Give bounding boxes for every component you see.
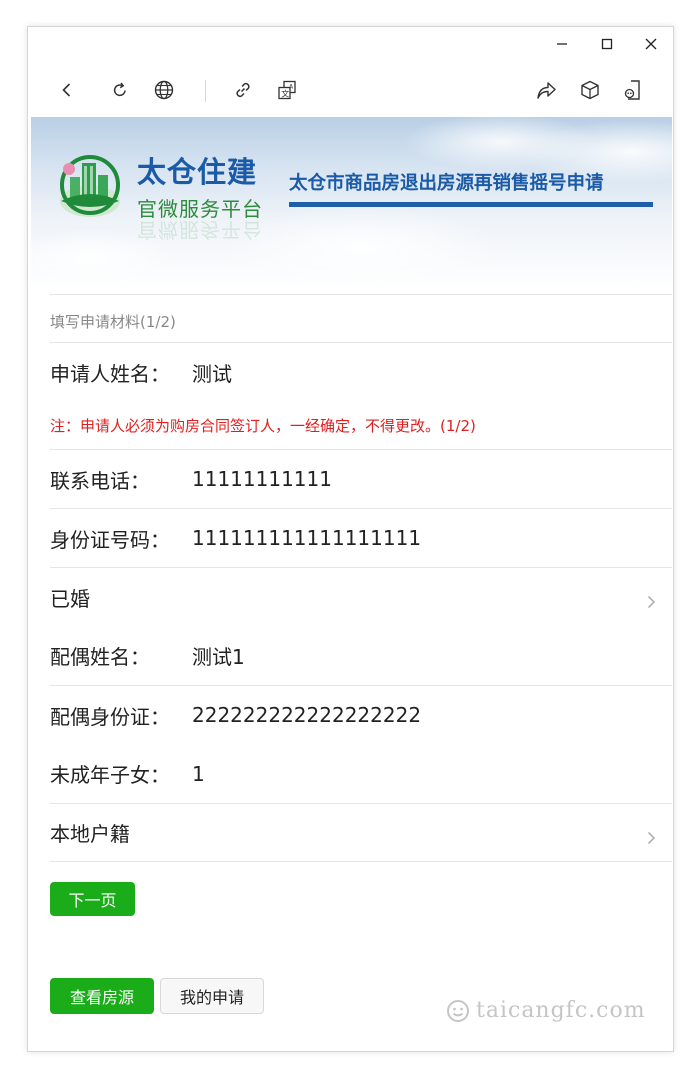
spouse-name-value[interactable]: 测试1 xyxy=(192,641,245,670)
minor-children-row[interactable]: 未成年子女： 1 xyxy=(50,744,672,803)
toolbar: 文A xyxy=(28,71,673,111)
my-applications-button[interactable]: 我的申请 xyxy=(160,978,264,1014)
toolbar-separator xyxy=(205,80,206,102)
chevron-right-icon xyxy=(644,590,658,609)
cube-icon[interactable] xyxy=(575,75,605,105)
applicant-name-row[interactable]: 申请人姓名： 测试 xyxy=(50,342,672,401)
phone-value[interactable]: 11111111111 xyxy=(192,467,332,491)
section-title: 填写申请材料(1/2) xyxy=(50,294,672,342)
watermark: taicangfc.com xyxy=(446,998,646,1023)
globe-icon[interactable] xyxy=(149,75,179,105)
smile-icon xyxy=(447,999,469,1022)
chevron-right-icon xyxy=(644,826,658,845)
title-bar xyxy=(28,27,673,61)
mini-program-icon[interactable] xyxy=(618,75,648,105)
household-registration-value: 本地户籍 xyxy=(50,822,130,846)
translate-icon[interactable]: 文A xyxy=(272,75,302,105)
marital-status-select[interactable]: 已婚 xyxy=(50,567,672,626)
spouse-name-row[interactable]: 配偶姓名： 测试1 xyxy=(50,626,672,685)
brand-sub-reflection: 官微服务平台 xyxy=(137,218,263,242)
banner-title: 太仓市商品房退出房源再销售摇号申请 xyxy=(289,173,604,194)
browser-window: 文A 太仓住建 官微服务平台 官微服务平台 太仓市商品房退出房源再销售摇号申请 … xyxy=(27,26,674,1052)
watermark-text: taicangfc.com xyxy=(476,998,646,1023)
share-icon[interactable] xyxy=(531,75,561,105)
spouse-id-row[interactable]: 配偶身份证： 222222222222222222 xyxy=(50,685,672,744)
link-icon[interactable] xyxy=(228,75,258,105)
next-page-button[interactable]: 下一页 xyxy=(50,882,135,916)
refresh-icon[interactable] xyxy=(105,75,135,105)
applicant-note: 注：申请人必须为购房合同签订人，一经确定，不得更改。(1/2) xyxy=(50,416,476,435)
applicant-name-value[interactable]: 测试 xyxy=(192,358,232,387)
spouse-id-value[interactable]: 222222222222222222 xyxy=(192,703,421,727)
minimize-icon[interactable] xyxy=(550,33,574,55)
phone-row[interactable]: 联系电话： 11111111111 xyxy=(50,449,672,508)
logo xyxy=(53,149,127,223)
household-registration-select[interactable]: 本地户籍 xyxy=(50,803,672,862)
applicant-name-label: 申请人姓名： xyxy=(50,361,170,386)
banner: 太仓住建 官微服务平台 官微服务平台 太仓市商品房退出房源再销售摇号申请 xyxy=(31,117,672,289)
minor-children-label: 未成年子女： xyxy=(50,763,170,787)
close-icon[interactable] xyxy=(639,33,663,55)
svg-text:A: A xyxy=(289,84,294,91)
brand-main: 太仓住建 xyxy=(137,155,258,189)
svg-text:文: 文 xyxy=(281,89,289,99)
id-number-label: 身份证号码： xyxy=(50,527,170,552)
minor-children-value[interactable]: 1 xyxy=(192,762,205,786)
phone-label: 联系电话： xyxy=(50,468,150,493)
view-listings-button[interactable]: 查看房源 xyxy=(50,978,154,1014)
maximize-icon[interactable] xyxy=(595,33,619,55)
spouse-id-label: 配偶身份证： xyxy=(50,704,170,729)
banner-rule xyxy=(289,202,653,207)
spouse-name-label: 配偶姓名： xyxy=(50,645,150,669)
id-number-row[interactable]: 身份证号码： 111111111111111111 xyxy=(50,508,672,567)
id-number-value[interactable]: 111111111111111111 xyxy=(192,526,421,550)
back-icon[interactable] xyxy=(52,75,82,105)
marital-status-value: 已婚 xyxy=(50,586,90,611)
application-form: 填写申请材料(1/2) 申请人姓名： 测试 注：申请人必须为购房合同签订人，一经… xyxy=(50,294,672,862)
